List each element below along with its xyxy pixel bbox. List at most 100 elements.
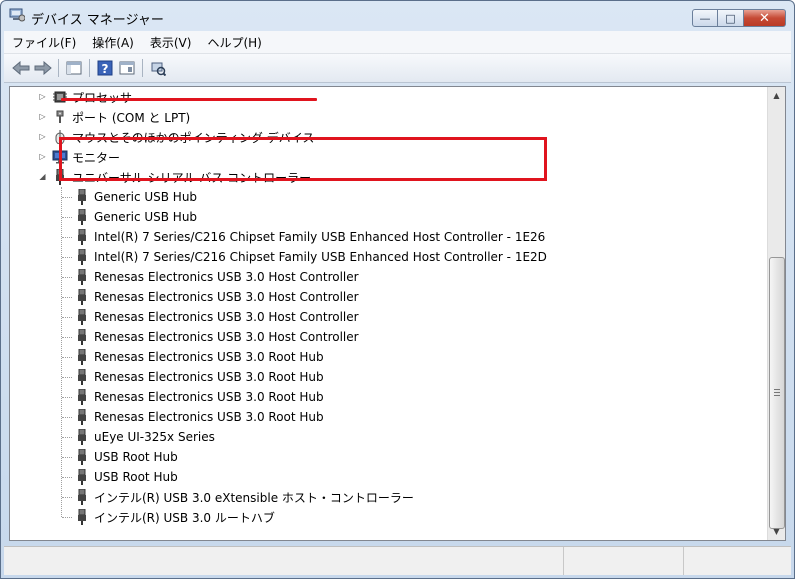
scroll-thumb[interactable] [769, 257, 785, 529]
svg-text:?: ? [102, 62, 109, 76]
tree-connector-line [62, 217, 72, 218]
tree-category-label: プロセッサ [72, 89, 132, 106]
usb-device-item[interactable]: インテル(R) USB 3.0 eXtensible ホスト・コントローラー [74, 487, 414, 507]
usb-device-item[interactable]: USB Root Hub [74, 467, 178, 487]
usb-device-label: インテル(R) USB 3.0 eXtensible ホスト・コントローラー [94, 490, 414, 505]
usb-device-label: Renesas Electronics USB 3.0 Root Hub [94, 390, 324, 404]
menu-action[interactable]: 操作(A) [84, 34, 142, 51]
tree-category-ports[interactable]: ▷ ポート (COM と LPT) [38, 107, 190, 127]
status-pane [564, 547, 684, 575]
tree-connector-line [62, 337, 72, 338]
tree-category-processor[interactable]: ▷ プロセッサ [38, 87, 132, 107]
usb-device-icon [74, 349, 90, 365]
usb-device-item[interactable]: Generic USB Hub [74, 187, 197, 207]
usb-device-icon [74, 409, 90, 425]
caption-buttons: — □ ✕ [692, 9, 786, 29]
back-arrow-icon[interactable] [10, 57, 32, 79]
toolbar-separator [58, 59, 59, 77]
minimize-button[interactable]: — [692, 9, 718, 27]
usb-device-item[interactable]: Renesas Electronics USB 3.0 Host Control… [74, 267, 359, 287]
window-title: デバイス マネージャー [31, 13, 164, 28]
usb-device-item[interactable]: Generic USB Hub [74, 207, 197, 227]
usb-device-label: インテル(R) USB 3.0 ルートハブ [94, 510, 275, 525]
tree-connector-line [62, 297, 72, 298]
tree-connector-line [62, 397, 72, 398]
usb-device-label: Generic USB Hub [94, 190, 198, 204]
close-button[interactable]: ✕ [744, 9, 786, 27]
menu-help[interactable]: ヘルプ(H) [199, 34, 269, 51]
usb-device-item[interactable]: Renesas Electronics USB 3.0 Host Control… [74, 307, 359, 327]
console-tree-icon[interactable] [63, 57, 85, 79]
tree-connector-line [62, 357, 72, 358]
usb-device-icon [74, 509, 90, 525]
usb-device-icon [74, 209, 90, 225]
tree-connector-line [62, 257, 72, 258]
toolbar-separator [142, 59, 143, 77]
usb-device-item[interactable]: Renesas Electronics USB 3.0 Host Control… [74, 287, 359, 307]
scan-hardware-icon[interactable] [147, 57, 169, 79]
usb-device-icon [74, 269, 90, 285]
scroll-down-arrow-icon[interactable]: ▼ [768, 523, 785, 540]
device-manager-icon [9, 8, 26, 22]
tree-connector-line [62, 377, 72, 378]
usb-device-icon [74, 309, 90, 325]
help-icon[interactable]: ? [94, 57, 116, 79]
tree-connector-line [62, 237, 72, 238]
usb-device-label: Renesas Electronics USB 3.0 Host Control… [94, 290, 359, 304]
scroll-up-arrow-icon[interactable]: ▲ [768, 87, 785, 104]
maximize-button[interactable]: □ [718, 9, 744, 27]
tree-connector-line [62, 437, 72, 438]
red-underline-annotation [61, 98, 317, 101]
usb-device-label: Renesas Electronics USB 3.0 Host Control… [94, 270, 359, 284]
menu-view[interactable]: 表示(V) [142, 34, 200, 51]
usb-device-label: USB Root Hub [94, 470, 178, 484]
expand-arrow-icon[interactable]: ▷ [38, 112, 47, 121]
usb-device-icon [74, 229, 90, 245]
usb-device-label: Intel(R) 7 Series/C216 Chipset Family US… [94, 230, 546, 244]
usb-device-icon [74, 429, 90, 445]
usb-device-icon [74, 249, 90, 265]
usb-device-label: USB Root Hub [94, 450, 178, 464]
usb-device-item[interactable]: Renesas Electronics USB 3.0 Root Hub [74, 347, 324, 367]
properties-icon[interactable] [116, 57, 138, 79]
status-pane [684, 547, 791, 575]
usb-device-item[interactable]: USB Root Hub [74, 447, 178, 467]
tree-connector-line [62, 497, 72, 498]
usb-device-item[interactable]: Renesas Electronics USB 3.0 Root Hub [74, 407, 324, 427]
menu-file[interactable]: ファイル(F) [4, 34, 84, 51]
usb-device-item[interactable]: Renesas Electronics USB 3.0 Root Hub [74, 367, 324, 387]
usb-device-item[interactable]: Intel(R) 7 Series/C216 Chipset Family US… [74, 227, 545, 247]
port-icon [52, 109, 68, 125]
tree-connector-line [62, 477, 72, 478]
usb-device-item[interactable]: インテル(R) USB 3.0 ルートハブ [74, 507, 275, 527]
usb-device-label: Renesas Electronics USB 3.0 Host Control… [94, 330, 359, 344]
expand-arrow-icon[interactable]: ▷ [38, 152, 47, 161]
usb-device-icon [74, 369, 90, 385]
toolbar: ? [4, 54, 791, 83]
usb-device-label: uEye UI-325x Series [94, 430, 215, 444]
usb-device-label: Renesas Electronics USB 3.0 Root Hub [94, 370, 324, 384]
usb-device-item[interactable]: Renesas Electronics USB 3.0 Root Hub [74, 387, 324, 407]
usb-device-item[interactable]: uEye UI-325x Series [74, 427, 215, 447]
tree-connector-line [62, 517, 72, 518]
expand-arrow-icon[interactable]: ▷ [38, 132, 47, 141]
usb-device-icon [74, 449, 90, 465]
usb-device-label: Renesas Electronics USB 3.0 Host Control… [94, 310, 359, 324]
usb-device-label: Generic USB Hub [94, 210, 198, 224]
usb-device-icon [74, 489, 90, 505]
tree-connector-line [62, 197, 72, 198]
menu-bar: ファイル(F) 操作(A) 表示(V) ヘルプ(H) [4, 31, 791, 54]
usb-device-icon [74, 289, 90, 305]
vertical-scrollbar[interactable]: ▲ ▼ [767, 87, 785, 540]
status-pane [4, 547, 564, 575]
tree-connector-line [62, 317, 72, 318]
expand-arrow-icon[interactable]: ▷ [38, 92, 47, 101]
usb-device-item[interactable]: Renesas Electronics USB 3.0 Host Control… [74, 327, 359, 347]
usb-device-item[interactable]: Intel(R) 7 Series/C216 Chipset Family US… [74, 247, 547, 267]
title-bar[interactable]: デバイス マネージャー — □ ✕ [1, 1, 794, 31]
collapse-arrow-icon[interactable]: ◢ [38, 172, 47, 181]
forward-arrow-icon[interactable] [32, 57, 54, 79]
usb-device-icon [74, 329, 90, 345]
usb-device-icon [74, 469, 90, 485]
tree-connector-line [62, 277, 72, 278]
